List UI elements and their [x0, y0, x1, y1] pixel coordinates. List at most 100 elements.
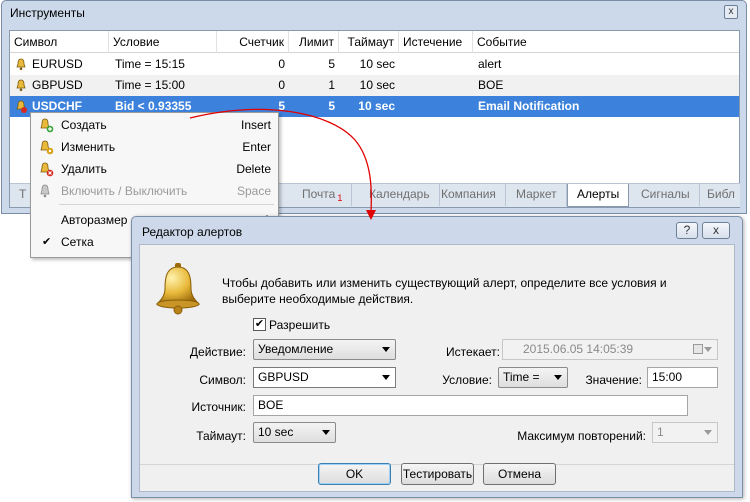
bell-edit-icon: [40, 140, 54, 155]
tab-mail[interactable]: Почта 1: [293, 184, 353, 206]
cell-timeout: 10 sec: [359, 57, 395, 71]
cell-counter: 0: [278, 78, 285, 92]
tab-signals[interactable]: Сигналы: [632, 184, 700, 206]
cell-limit: 5: [328, 99, 335, 113]
menu-item-label: Сетка: [61, 235, 94, 249]
menu-item-label: Удалить: [61, 162, 107, 176]
chevron-down-icon: [382, 375, 390, 380]
menu-item-label: Создать: [61, 118, 107, 132]
max-repeats-value: 1: [657, 425, 664, 439]
checkmark-icon: ✔: [42, 236, 52, 248]
expires-value: 2015.06.05 14:05:39: [523, 342, 634, 356]
chevron-down-icon: [704, 347, 712, 352]
action-select-value: Уведомление: [258, 342, 334, 356]
bell-delete-icon: [40, 162, 54, 177]
expires-label: Истекает:: [446, 345, 500, 359]
tab-calendar[interactable]: Календарь: [360, 184, 440, 206]
table-row[interactable]: EURUSD Time = 15:15 0 5 10 sec alert: [10, 54, 739, 75]
cell-expiration: [399, 96, 407, 117]
alert-editor-dialog: Редактор алертов ? x Чтобы добавить или …: [131, 216, 743, 498]
bell-icon: [155, 263, 201, 315]
col-expiration[interactable]: Истечение: [399, 31, 473, 53]
cell-counter: 0: [278, 57, 285, 71]
col-timeout[interactable]: Таймаут: [339, 31, 399, 53]
menu-item-shortcut: Insert: [240, 118, 271, 132]
chevron-down-icon: [382, 347, 390, 352]
tab-company[interactable]: Компания: [432, 184, 506, 206]
cell-event: Email Notification: [478, 99, 580, 113]
menu-item-edit[interactable]: Изменить Enter: [31, 136, 278, 158]
calendar-icon: [693, 344, 703, 354]
dialog-close-button[interactable]: x: [702, 222, 730, 239]
cell-condition: Time = 15:00: [115, 78, 185, 92]
menu-item-create[interactable]: Создать Insert: [31, 114, 278, 136]
bell-add-icon: [40, 118, 54, 133]
dialog-body: Чтобы добавить или изменить существующий…: [139, 244, 735, 492]
help-button[interactable]: ?: [676, 222, 698, 239]
condition-label: Условие:: [442, 373, 492, 387]
intro-text: Чтобы добавить или изменить существующий…: [222, 276, 667, 306]
action-label: Действие:: [189, 345, 246, 359]
menu-item-label: Изменить: [61, 140, 116, 154]
table-header: Символ Условие Счетчик Лимит Таймаут Ист…: [10, 31, 739, 53]
menu-separator: [59, 204, 274, 205]
window-close-button[interactable]: x: [724, 5, 738, 19]
menu-item-delete[interactable]: Удалить Delete: [31, 158, 278, 180]
cell-event: BOE: [478, 78, 504, 92]
table-row[interactable]: GBPUSD Time = 15:00 0 1 10 sec BOE: [10, 75, 739, 96]
menu-item-shortcut: Enter: [242, 140, 271, 154]
dialog-title: Редактор алертов: [142, 225, 243, 239]
cell-timeout: 10 sec: [358, 99, 395, 113]
cell-event: alert: [478, 57, 502, 71]
cell-expiration: [399, 54, 407, 75]
col-counter[interactable]: Счетчик: [217, 31, 289, 53]
action-select[interactable]: Уведомление: [253, 339, 396, 360]
value-input[interactable]: 15:00: [647, 367, 718, 388]
max-repeats-label: Максимум повторений:: [517, 429, 646, 443]
col-limit[interactable]: Лимит: [289, 31, 339, 53]
source-label: Источник:: [191, 400, 246, 414]
enable-checkbox[interactable]: ✔: [253, 318, 266, 331]
symbol-select-value: GBPUSD: [258, 370, 309, 384]
tab-alerts[interactable]: Алерты: [567, 184, 630, 207]
timeout-label: Таймаут:: [196, 429, 246, 443]
menu-item-shortcut: Space: [236, 184, 271, 198]
cell-limit: 1: [328, 78, 335, 92]
menu-item-label: Включить / Выключить: [61, 184, 188, 198]
test-button[interactable]: Тестировать: [401, 463, 474, 485]
menu-item-toggle[interactable]: Включить / Выключить Space: [31, 180, 278, 202]
bell-toggle-icon: [40, 184, 50, 198]
enable-label: Разрешить: [269, 318, 331, 332]
cell-expiration: [399, 75, 407, 96]
symbol-select[interactable]: GBPUSD: [253, 367, 396, 388]
chevron-down-icon: [554, 375, 562, 380]
col-condition[interactable]: Условие: [109, 31, 217, 53]
bell-icon: [16, 79, 26, 92]
bell-triggered-icon: [16, 100, 27, 113]
cell-condition: Time = 15:15: [115, 57, 185, 71]
tab-library[interactable]: Библ: [698, 184, 744, 206]
condition-select[interactable]: Time =: [498, 367, 568, 388]
window-title: Инструменты: [10, 6, 85, 20]
expires-datetime[interactable]: 2015.06.05 14:05:39: [502, 339, 718, 360]
timeout-select[interactable]: 10 sec: [253, 422, 336, 443]
col-symbol[interactable]: Символ: [10, 31, 109, 53]
condition-select-value: Time =: [503, 370, 540, 384]
source-input[interactable]: BOE: [253, 395, 688, 416]
tab-market[interactable]: Маркет: [507, 184, 567, 206]
cell-timeout: 10 sec: [359, 78, 395, 92]
tab-mail-label: Почта: [302, 187, 336, 201]
chevron-down-icon: [322, 430, 330, 435]
col-event[interactable]: Событие: [473, 31, 739, 53]
value-label: Значение:: [585, 373, 642, 387]
cell-limit: 5: [328, 57, 335, 71]
mail-badge: 1: [337, 193, 343, 204]
ok-button[interactable]: OK: [318, 463, 391, 485]
timeout-select-value: 10 sec: [258, 425, 294, 439]
cancel-button[interactable]: Отмена: [483, 463, 556, 485]
max-repeats-select[interactable]: 1: [652, 422, 718, 443]
cell-symbol: GBPUSD: [32, 78, 83, 92]
symbol-label: Символ:: [199, 373, 246, 387]
menu-item-label: Авторазмер: [61, 213, 128, 227]
chevron-down-icon: [704, 430, 712, 435]
